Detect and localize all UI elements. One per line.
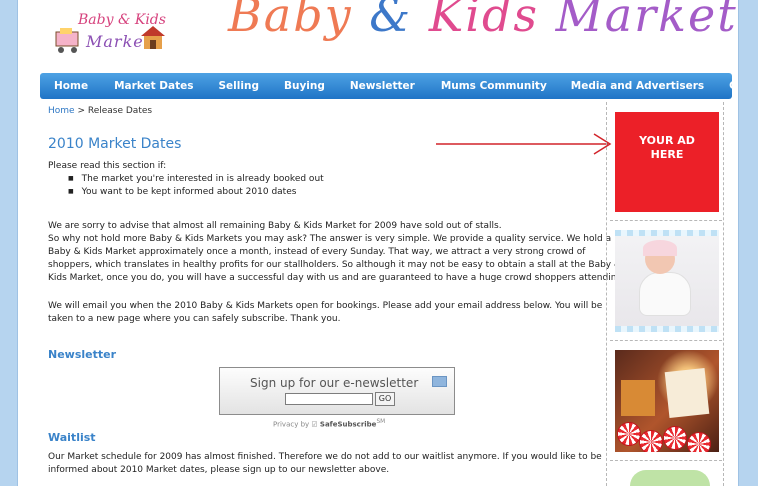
paragraph-line: shoppers, which translates in healthy pr…: [48, 260, 621, 270]
breadcrumb: Home > Release Dates: [48, 106, 152, 116]
house-icon: [141, 26, 165, 49]
nav-media-advertisers[interactable]: Media and Advertisers: [571, 80, 704, 92]
envelope-icon: [432, 376, 447, 387]
sidebar-promo-partial[interactable]: [630, 470, 710, 486]
breadcrumb-home-link[interactable]: Home: [48, 106, 75, 116]
arrow-right-icon: [436, 133, 612, 155]
breadcrumb-current: Release Dates: [87, 106, 153, 116]
page-title: 2010 Market Dates: [48, 136, 182, 152]
main-nav: Home Market Dates Selling Buying Newslet…: [40, 73, 738, 99]
safesubscribe-link[interactable]: SafeSubscribe: [320, 420, 377, 428]
paragraph-line: Our Market schedule for 2009 has almost …: [48, 452, 602, 462]
newsletter-signup-title: Sign up for our e-newsletter: [250, 376, 419, 390]
bullet-item: The market you're interested in is alrea…: [68, 174, 324, 184]
intro-text: Please read this section if:: [48, 161, 167, 171]
paragraph-line: We will email you when the 2010 Baby & K…: [48, 301, 603, 311]
site-header: Baby & Kids Market Baby & Kids Market: [18, 0, 738, 70]
sidebar-divider: [723, 102, 724, 486]
ad-line1: YOUR AD: [639, 134, 695, 147]
paragraph-line: informed about 2010 Market dates, please…: [48, 465, 390, 475]
paragraph-line: So why not hold more Baby & Kids Markets…: [48, 234, 612, 244]
site-logo[interactable]: Baby & Kids Market: [48, 6, 168, 64]
breadcrumb-separator: >: [74, 106, 88, 116]
nav-newsletter[interactable]: Newsletter: [350, 80, 415, 92]
paragraph-line: We are sorry to advise that almost all r…: [48, 221, 502, 231]
newsletter-heading: Newsletter: [48, 348, 117, 361]
brand-wordmark: Baby & Kids Market: [228, 0, 738, 42]
newsletter-go-button[interactable]: GO: [375, 392, 395, 406]
nav-market-dates[interactable]: Market Dates: [114, 80, 193, 92]
nav-contact-us[interactable]: Contact Us: [729, 80, 738, 92]
waitlist-heading: Waitlist: [48, 431, 96, 444]
baby-photo[interactable]: [615, 230, 719, 332]
ad-banner[interactable]: YOUR AD HERE: [615, 112, 719, 212]
safesubscribe-icon: ☑: [311, 420, 318, 429]
bullet-item: You want to be kept informed about 2010 …: [68, 187, 297, 197]
privacy-note: Privacy by ☑ SafeSubscribeSM: [273, 419, 386, 429]
paragraph-line: taken to a new page where you can safely…: [48, 314, 341, 324]
nav-selling[interactable]: Selling: [218, 80, 258, 92]
ad-line2: HERE: [650, 148, 684, 161]
nav-home[interactable]: Home: [54, 80, 88, 92]
sidebar-separator: [610, 460, 722, 461]
sidebar-divider: [606, 102, 607, 486]
sidebar-separator: [610, 340, 722, 341]
nav-mums-community[interactable]: Mums Community: [441, 80, 547, 92]
sidebar-separator: [610, 220, 722, 221]
newsletter-signup-box: Sign up for our e-newsletter GO: [219, 367, 455, 415]
nav-buying[interactable]: Buying: [284, 80, 325, 92]
paragraph-line: Kids Market, once you do, you will have …: [48, 273, 626, 283]
newsletter-email-input[interactable]: [285, 393, 373, 405]
paragraph-line: Baby & Kids Market approximately once a …: [48, 247, 586, 257]
cart-icon: [55, 28, 79, 53]
lollipop-stall-photo[interactable]: [615, 350, 719, 452]
main-content: Home > Release Dates 2010 Market Dates P…: [48, 104, 625, 486]
page-frame: Baby & Kids Market Baby & Kids Market Ho…: [17, 0, 739, 486]
